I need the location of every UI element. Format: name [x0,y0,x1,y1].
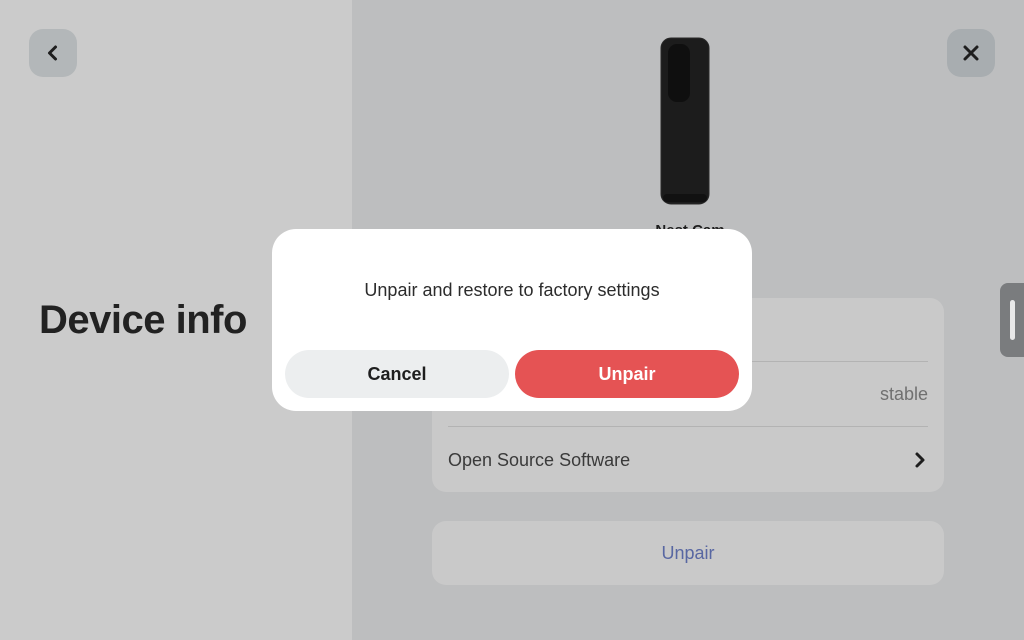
device-image [660,37,710,205]
close-button[interactable] [947,29,995,77]
page-title: Device info [39,298,247,342]
open-source-software-row[interactable]: Open Source Software [448,428,928,492]
info-row-value: stable [879,384,928,404]
close-icon [963,45,979,61]
chevron-right-icon [915,452,925,468]
confirm-unpair-button[interactable]: Unpair [515,350,739,398]
chevron-left-icon [48,45,57,61]
unpair-button[interactable]: Unpair [432,521,944,585]
info-row-label: Open Source Software [448,449,631,470]
back-button[interactable] [29,29,77,77]
dialog-message: Unpair and restore to factory settings [364,280,660,300]
cancel-button[interactable]: Cancel [285,350,509,398]
scrollbar-handle[interactable] [1000,283,1024,357]
unpair-dialog: Unpair and restore to factory settings C… [272,229,752,411]
